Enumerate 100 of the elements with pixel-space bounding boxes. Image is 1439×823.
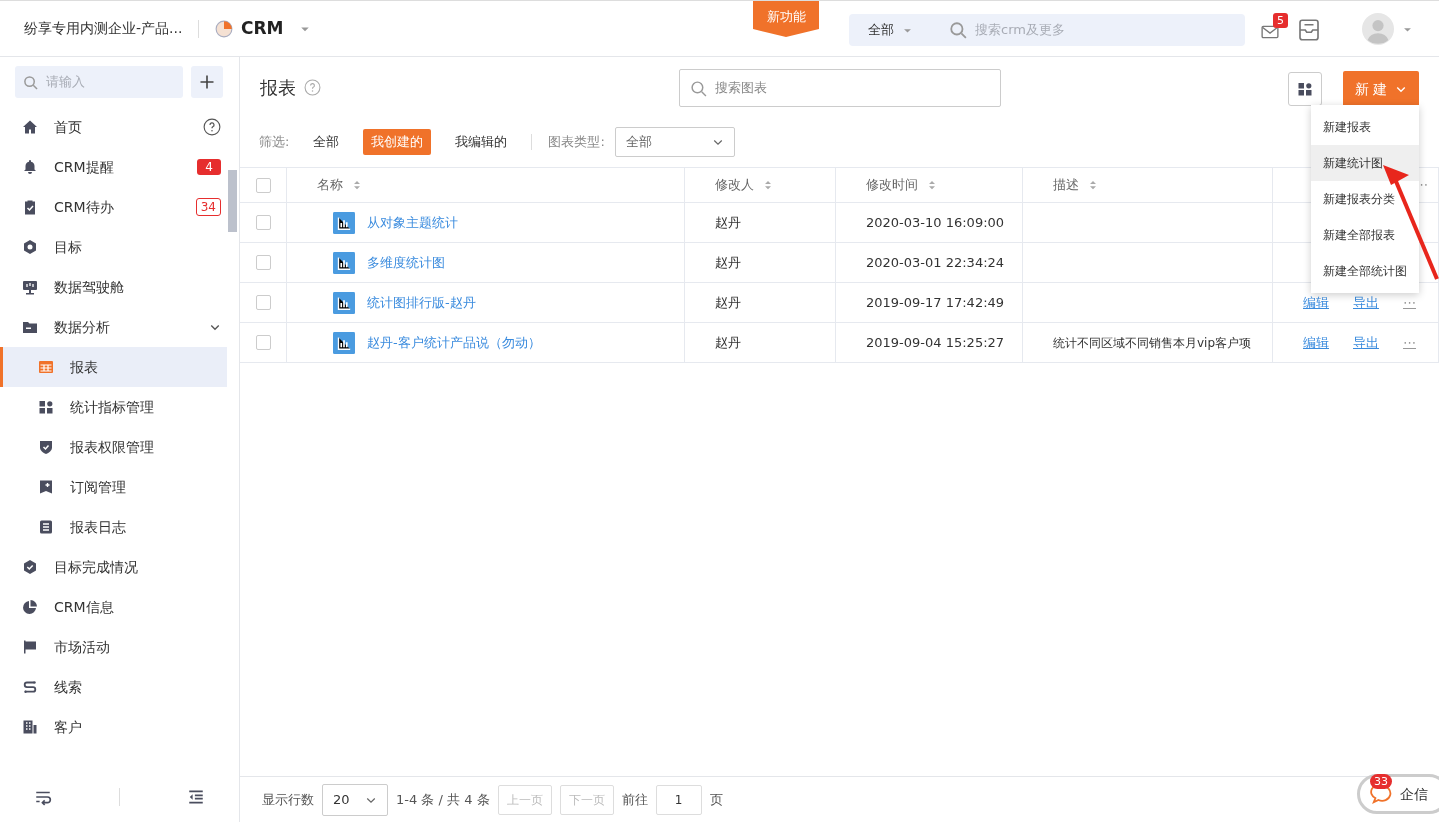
menu-item[interactable]: 新建报表分类 <box>1311 181 1419 217</box>
search-icon <box>690 79 707 97</box>
sort-icon[interactable] <box>762 179 774 191</box>
report-name-link[interactable]: 赵丹-客户统计产品说（勿动） <box>367 332 541 353</box>
chart-type-select[interactable]: 全部 <box>614 127 735 157</box>
page-size-select[interactable]: 20 <box>322 783 388 816</box>
table-cell-text: 赵丹 <box>715 293 741 312</box>
sidebar-item[interactable]: 目标 <box>0 227 239 267</box>
bar-chart-icon <box>333 291 355 314</box>
bar-chart-icon <box>333 211 355 234</box>
search-placeholder: 请输入 <box>46 73 85 92</box>
app-name[interactable]: CRM <box>241 15 284 42</box>
clipboard-icon <box>22 199 38 215</box>
add-button[interactable] <box>191 66 223 98</box>
menu-item[interactable]: 新建全部报表 <box>1311 217 1419 253</box>
settings-button[interactable] <box>1288 72 1322 106</box>
table-cell-text: 2020-03-01 22:34:24 <box>866 253 1005 272</box>
shield-icon <box>38 439 54 455</box>
report-name-link[interactable]: 从对象主题统计 <box>367 212 458 233</box>
sidebar-item[interactable]: 统计指标管理 <box>0 387 239 427</box>
check-badge-icon <box>22 559 38 575</box>
table-cell-text: 2019-09-04 15:25:27 <box>866 333 1005 352</box>
table-cell-text: 赵丹 <box>715 213 741 232</box>
avatar-icon[interactable] <box>1362 13 1394 45</box>
sort-icon[interactable] <box>926 179 938 191</box>
sidebar-item[interactable]: CRM提醒 4 <box>0 147 239 187</box>
flag-icon <box>22 639 38 655</box>
column-header: 修改人 <box>715 176 754 195</box>
bookmark-icon <box>38 479 54 495</box>
help-icon[interactable] <box>203 118 221 136</box>
sidebar-item[interactable]: 数据驾驶舱 <box>0 267 239 307</box>
search-icon <box>949 21 967 39</box>
menu-item[interactable]: 新建统计图 <box>1311 145 1419 181</box>
row-checkbox[interactable] <box>255 295 271 310</box>
export-link[interactable]: 导出 <box>1353 332 1379 353</box>
sidebar-item[interactable]: 数据分析 <box>0 307 239 347</box>
table-cell-text: 2019-09-17 17:42:49 <box>866 293 1005 312</box>
column-header: 修改时间 <box>866 176 918 195</box>
sidebar-item[interactable]: 目标完成情况 <box>0 547 239 587</box>
sidebar-item[interactable]: 市场活动 <box>0 627 239 667</box>
bar-chart-icon <box>333 251 355 274</box>
chart-search-field[interactable]: 搜索图表 <box>679 69 1001 107</box>
report-name-link[interactable]: 统计图排行版-赵丹 <box>367 292 476 313</box>
edit-link[interactable]: 编辑 <box>1303 332 1329 353</box>
company-name: 纷享专用内测企业-产品... <box>23 19 184 38</box>
count-badge: 34 <box>195 198 221 216</box>
type-label: 图表类型: <box>548 133 605 152</box>
sort-icon[interactable] <box>351 179 363 191</box>
route-icon <box>22 679 38 695</box>
blocks-icon <box>1297 81 1313 97</box>
table-cell-text: 赵丹 <box>715 253 741 272</box>
pie-chart-icon <box>22 599 38 615</box>
report-name-link[interactable]: 多维度统计图 <box>367 252 445 273</box>
sidebar-item[interactable]: 报表日志 <box>0 507 239 547</box>
hexagon-icon <box>22 239 38 255</box>
export-link[interactable]: 导出 <box>1353 292 1379 313</box>
scrollbar[interactable] <box>228 170 237 232</box>
range-text: 1-4 条 / 共 4 条 <box>396 790 490 809</box>
logo-icon <box>215 19 233 38</box>
bell-icon <box>22 159 38 175</box>
sidebar-item[interactable]: CRM信息 <box>0 587 239 627</box>
inbox-icon[interactable] <box>1297 18 1321 42</box>
menu-item[interactable]: 新建全部统计图 <box>1311 253 1419 289</box>
sidebar-item[interactable]: 报表权限管理 <box>0 427 239 467</box>
row-checkbox[interactable] <box>255 335 271 350</box>
table-cell-text: 2020-03-10 16:09:00 <box>866 213 1005 232</box>
count-badge: 4 <box>197 159 221 175</box>
sidebar-item[interactable]: 客户 <box>0 707 239 747</box>
sidebar-item[interactable]: 订阅管理 <box>0 467 239 507</box>
column-header: 名称 <box>317 176 343 195</box>
collapse-icon[interactable] <box>187 788 206 806</box>
sort-icon[interactable] <box>1087 179 1099 191</box>
sidebar-item[interactable]: 报表 <box>0 347 227 387</box>
home-icon <box>22 119 38 135</box>
plus-icon <box>199 74 216 90</box>
filter-option[interactable]: 我编辑的 <box>447 129 516 155</box>
search-icon <box>23 74 38 90</box>
filter-option[interactable]: 全部 <box>305 129 348 155</box>
blocks-icon <box>38 399 54 415</box>
monitor-icon <box>22 279 38 295</box>
column-header: 描述 <box>1053 176 1079 195</box>
filter-label: 筛选: <box>259 133 290 152</box>
table-cell-text: 赵丹 <box>715 333 741 352</box>
sidebar-item[interactable]: 首页 <box>0 107 239 147</box>
goto-label: 前往 <box>621 790 648 809</box>
search-placeholder: 搜索图表 <box>715 79 767 98</box>
building-icon <box>22 719 38 735</box>
bar-chart-icon <box>333 331 355 354</box>
chat-badge: 33 <box>1370 774 1392 789</box>
select-all-checkbox[interactable] <box>255 177 271 193</box>
row-checkbox[interactable] <box>255 255 271 270</box>
menu-item[interactable]: 新建报表 <box>1311 109 1419 145</box>
sidebar-item[interactable]: 线索 <box>0 667 239 707</box>
sidebar-item[interactable]: CRM待办 34 <box>0 187 239 227</box>
global-search-field[interactable]: 全部 搜索crm及更多 <box>849 14 1245 46</box>
row-checkbox[interactable] <box>255 215 271 230</box>
page-input[interactable]: 1 <box>655 784 702 815</box>
folder-icon <box>22 319 38 335</box>
edit-link[interactable]: 编辑 <box>1303 292 1329 313</box>
scope-label: 全部 <box>868 21 894 40</box>
